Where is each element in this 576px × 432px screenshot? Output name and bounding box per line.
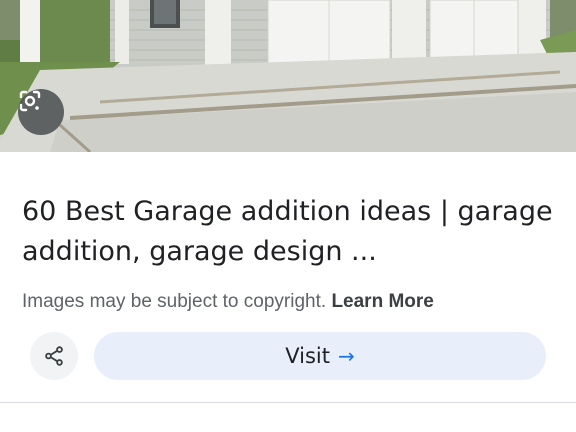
- copyright-text: Images may be subject to copyright.: [22, 291, 327, 312]
- arrow-right-icon: →: [337, 344, 355, 368]
- learn-more-link[interactable]: Learn More: [331, 291, 433, 312]
- garage-photo: [0, 0, 576, 152]
- visit-label: Visit: [285, 344, 330, 368]
- result-title[interactable]: 60 Best Garage addition ideas | garage a…: [22, 192, 562, 272]
- share-button[interactable]: [30, 332, 78, 380]
- result-image[interactable]: [0, 0, 576, 152]
- visit-button[interactable]: Visit →: [94, 332, 546, 380]
- google-lens-icon: [19, 90, 41, 112]
- copyright-notice: Images may be subject to copyright. Lear…: [22, 291, 434, 313]
- google-lens-button[interactable]: [18, 89, 64, 135]
- divider: [0, 402, 576, 403]
- share-icon: [45, 346, 63, 366]
